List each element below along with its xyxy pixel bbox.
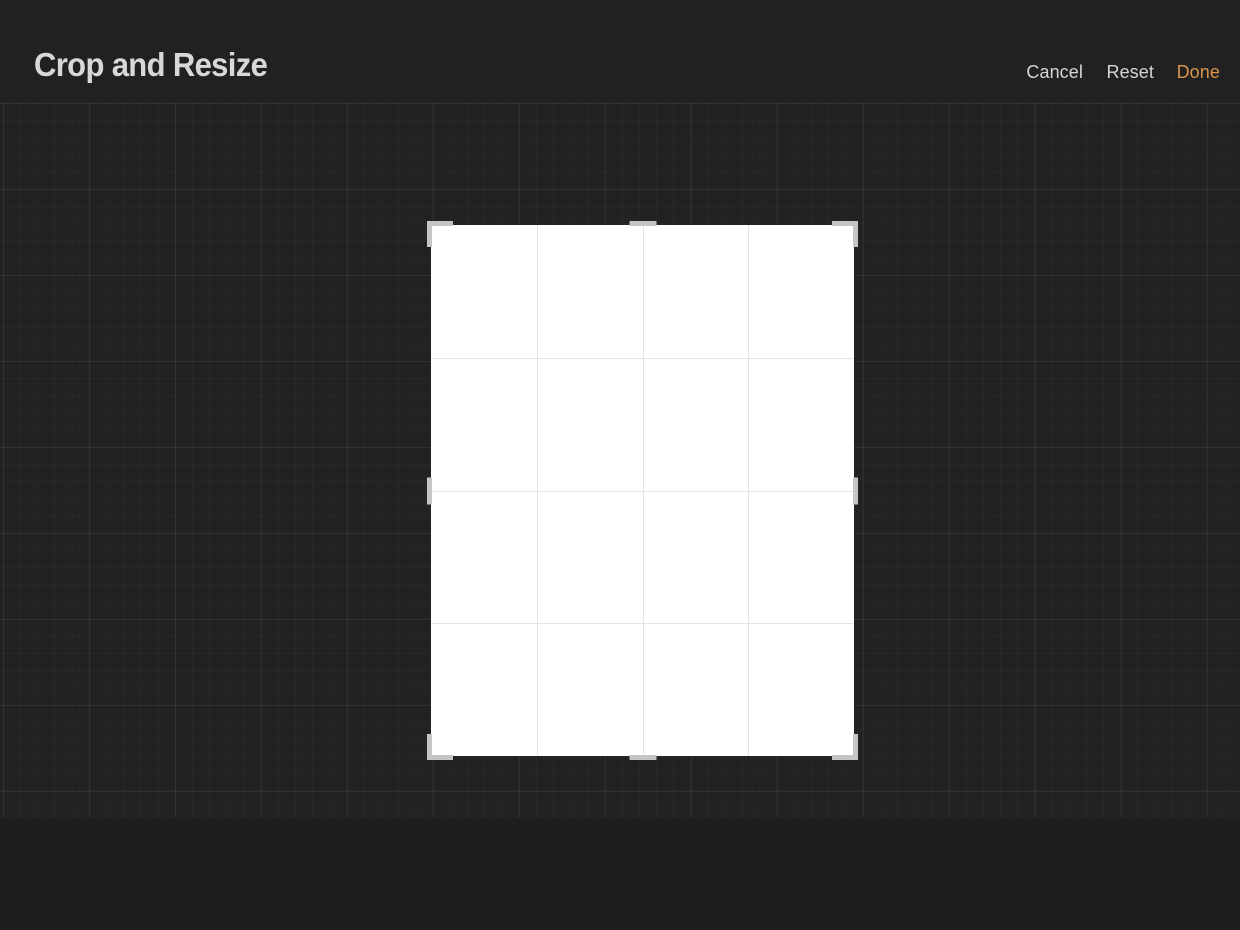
reset-button[interactable]: Reset xyxy=(1106,62,1154,83)
crop-handle-bottom-center[interactable] xyxy=(629,755,656,760)
crop-handle-top-right[interactable] xyxy=(832,221,858,247)
crop-handle-top-center[interactable] xyxy=(629,221,656,226)
crop-handle-left-middle[interactable] xyxy=(427,477,432,504)
bottom-toolbar: 16 ″ 20 ″ 14 Layers Resample Rotation 0.… xyxy=(0,818,1240,930)
crop-and-resize-screen: Crop and Resize Cancel Reset Done xyxy=(0,0,1240,930)
cancel-button[interactable]: Cancel xyxy=(1026,62,1083,83)
crop-handle-top-left[interactable] xyxy=(427,221,453,247)
crop-frame[interactable] xyxy=(431,225,854,756)
done-button[interactable]: Done xyxy=(1177,62,1220,83)
crop-handle-bottom-right[interactable] xyxy=(832,734,858,760)
crop-image-preview xyxy=(431,225,854,756)
crop-handle-bottom-left[interactable] xyxy=(427,734,453,760)
header-bar: Crop and Resize Cancel Reset Done xyxy=(0,0,1240,102)
crop-handle-right-middle[interactable] xyxy=(853,477,858,504)
canvas-workspace[interactable] xyxy=(0,102,1240,818)
page-title: Crop and Resize xyxy=(34,46,267,84)
